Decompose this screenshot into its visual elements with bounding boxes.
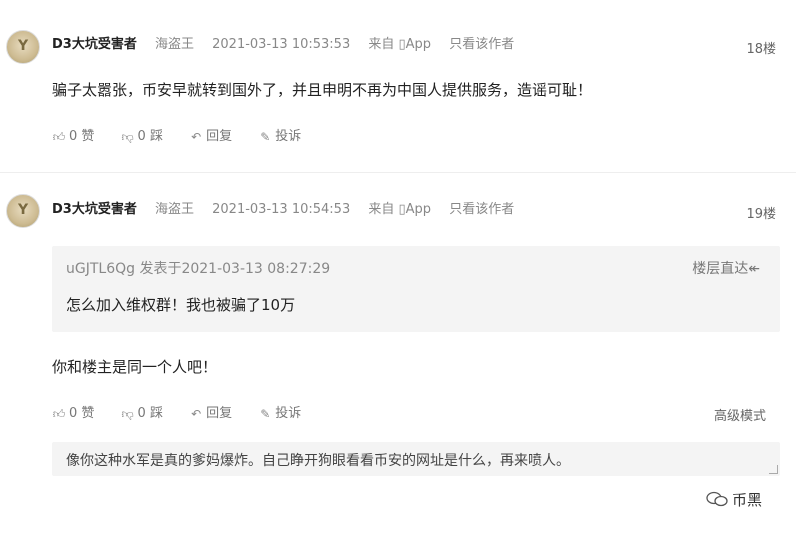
thumbs-down-icon: 👎︎ [121,407,134,421]
only-author-link[interactable]: 只看该作者 [449,37,514,52]
user-role: 海盗王 [154,202,194,217]
jump-to-floor-link[interactable]: 楼层直达↞ [692,258,760,278]
report-button[interactable]: ✎ 投诉 [258,127,301,147]
thumbs-down-icon: 👎︎ [121,130,134,144]
floor-number: 19楼 [746,207,776,222]
reply-icon: ↶ [191,130,202,144]
source-app: 来自 ▯App [368,37,432,52]
comment-actions: 👍︎ 0 赞 👎︎ 0 踩 ↶ 回复 ✎ 投诉 [52,404,323,424]
timestamp: 2021-03-13 10:53:53 [212,37,351,52]
username[interactable]: D3大坑受害者 [52,37,137,52]
pencil-icon: ✎ [260,130,271,144]
dislike-button[interactable]: 👎︎ 0 踩 [121,127,163,147]
advanced-mode-link[interactable]: 高级模式 [714,405,766,424]
like-button[interactable]: 👍︎ 0 赞 [52,127,95,147]
quote-text: 怎么加入维权群！我也被骗了10万 [66,296,296,314]
like-button[interactable]: 👍︎ 0 赞 [52,404,95,424]
avatar[interactable]: Y [6,30,40,64]
wechat-icon [706,491,728,507]
reply-text: 像你这种水军是真的爹妈爆炸。自己睁开狗眼看看币安的网址是什么，再来喷人。 [66,453,570,469]
source-app: 来自 ▯App [368,202,432,217]
floor-number: 18楼 [746,42,776,57]
thumbs-up-icon: 👍︎ [52,130,66,144]
reply-button[interactable]: ↶ 回复 [189,127,232,147]
reply-button[interactable]: ↶ 回复 [189,404,232,424]
resize-handle-icon[interactable] [769,465,778,474]
pencil-icon: ✎ [260,407,271,421]
reply-icon: ↶ [191,407,202,421]
comment-actions: 👍︎ 0 赞 👎︎ 0 踩 ↶ 回复 ✎ 投诉 [52,127,323,147]
dislike-button[interactable]: 👎︎ 0 踩 [121,404,163,424]
quote-header: uGJTL6Qg 发表于2021-03-13 08:27:29 [66,261,331,277]
timestamp: 2021-03-13 10:54:53 [212,202,351,217]
comment-meta: D3大坑受害者 海盗王 2021-03-13 10:54:53 来自 ▯App … [52,200,528,220]
only-author-link[interactable]: 只看该作者 [449,202,514,217]
comment-content: 你和楼主是同一个人吧！ [52,358,218,376]
jump-arrow-icon: ↞ [748,261,760,277]
user-role: 海盗王 [154,37,194,52]
report-button[interactable]: ✎ 投诉 [258,404,301,424]
comment-divider [0,172,796,173]
thumbs-up-icon: 👍︎ [52,407,66,421]
avatar[interactable]: Y [6,194,40,228]
comment-content: 骗子太嚣张，币安早就转到国外了，并且申明不再为中国人提供服务，造谣可耻！ [52,81,593,99]
watermark: 币黑 [706,489,762,510]
quoted-comment: uGJTL6Qg 发表于2021-03-13 08:27:29 楼层直达↞ 怎么… [52,246,780,332]
reply-textarea[interactable]: 像你这种水军是真的爹妈爆炸。自己睁开狗眼看看币安的网址是什么，再来喷人。 [52,442,780,476]
comment-meta: D3大坑受害者 海盗王 2021-03-13 10:53:53 来自 ▯App … [52,35,528,55]
username[interactable]: D3大坑受害者 [52,202,137,217]
